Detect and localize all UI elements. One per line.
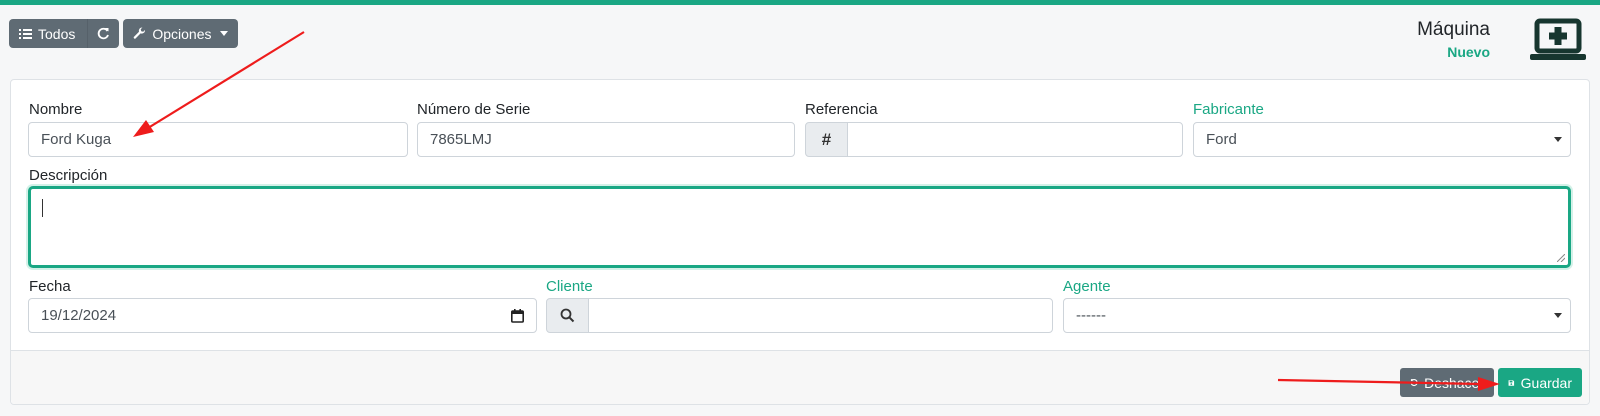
resize-handle-icon[interactable] bbox=[1557, 254, 1565, 262]
referencia-input[interactable] bbox=[847, 122, 1183, 157]
fabricante-label[interactable]: Fabricante bbox=[1193, 101, 1264, 118]
cliente-label[interactable]: Cliente bbox=[546, 278, 593, 295]
select-caret-icon bbox=[1554, 137, 1562, 142]
options-button[interactable]: Opciones bbox=[123, 19, 238, 48]
fabricante-select[interactable]: Ford bbox=[1193, 122, 1571, 157]
fecha-input[interactable]: 19/12/2024 bbox=[28, 298, 537, 333]
all-button[interactable]: Todos bbox=[9, 19, 88, 48]
search-icon bbox=[560, 308, 575, 323]
fecha-label: Fecha bbox=[29, 278, 71, 295]
text-cursor bbox=[42, 199, 43, 217]
toolbar: Todos Opciones bbox=[9, 19, 238, 48]
save-button-label: Guardar bbox=[1520, 374, 1572, 391]
serie-input[interactable]: 7865LMJ bbox=[417, 122, 795, 157]
all-button-label: Todos bbox=[38, 25, 76, 42]
floppy-disk-icon bbox=[1508, 379, 1515, 386]
page-subtitle: Nuevo bbox=[1447, 44, 1490, 60]
nombre-input[interactable]: Ford Kuga bbox=[28, 122, 408, 157]
referencia-label: Referencia bbox=[805, 101, 878, 118]
hash-icon: # bbox=[805, 122, 848, 157]
select-caret-icon bbox=[1554, 313, 1562, 318]
serie-value: 7865LMJ bbox=[430, 131, 492, 148]
fabricante-value: Ford bbox=[1206, 131, 1237, 148]
referencia-addon-text: # bbox=[821, 129, 832, 149]
list-icon bbox=[19, 28, 32, 39]
agente-value: ------ bbox=[1076, 307, 1106, 324]
nombre-value: Ford Kuga bbox=[41, 131, 112, 148]
options-button-label: Opciones bbox=[152, 25, 212, 42]
agente-select[interactable]: ------ bbox=[1063, 298, 1571, 333]
laptop-medical-icon bbox=[1530, 18, 1586, 60]
fecha-value: 19/12/2024 bbox=[41, 307, 117, 324]
save-button[interactable]: Guardar bbox=[1498, 368, 1582, 397]
card-footer bbox=[11, 350, 1589, 404]
nombre-label: Nombre bbox=[29, 101, 83, 118]
cliente-search-addon[interactable] bbox=[546, 298, 589, 333]
undo-icon bbox=[1410, 379, 1418, 387]
refresh-icon bbox=[98, 27, 110, 40]
all-button-group: Todos bbox=[9, 19, 120, 48]
caret-down-icon bbox=[219, 31, 228, 36]
agente-label[interactable]: Agente bbox=[1063, 278, 1111, 295]
refresh-button[interactable] bbox=[87, 19, 120, 48]
undo-button[interactable]: Deshacer bbox=[1400, 368, 1494, 397]
calendar-icon[interactable] bbox=[511, 309, 524, 323]
descripcion-textarea[interactable] bbox=[28, 186, 1571, 268]
serie-label: Número de Serie bbox=[417, 101, 531, 118]
undo-button-label: Deshacer bbox=[1424, 374, 1484, 391]
page-title: Máquina bbox=[1417, 19, 1490, 40]
descripcion-label: Descripción bbox=[29, 167, 108, 184]
top-accent-bar bbox=[0, 0, 1600, 5]
cliente-input[interactable] bbox=[588, 298, 1053, 333]
wrench-icon bbox=[134, 27, 146, 39]
